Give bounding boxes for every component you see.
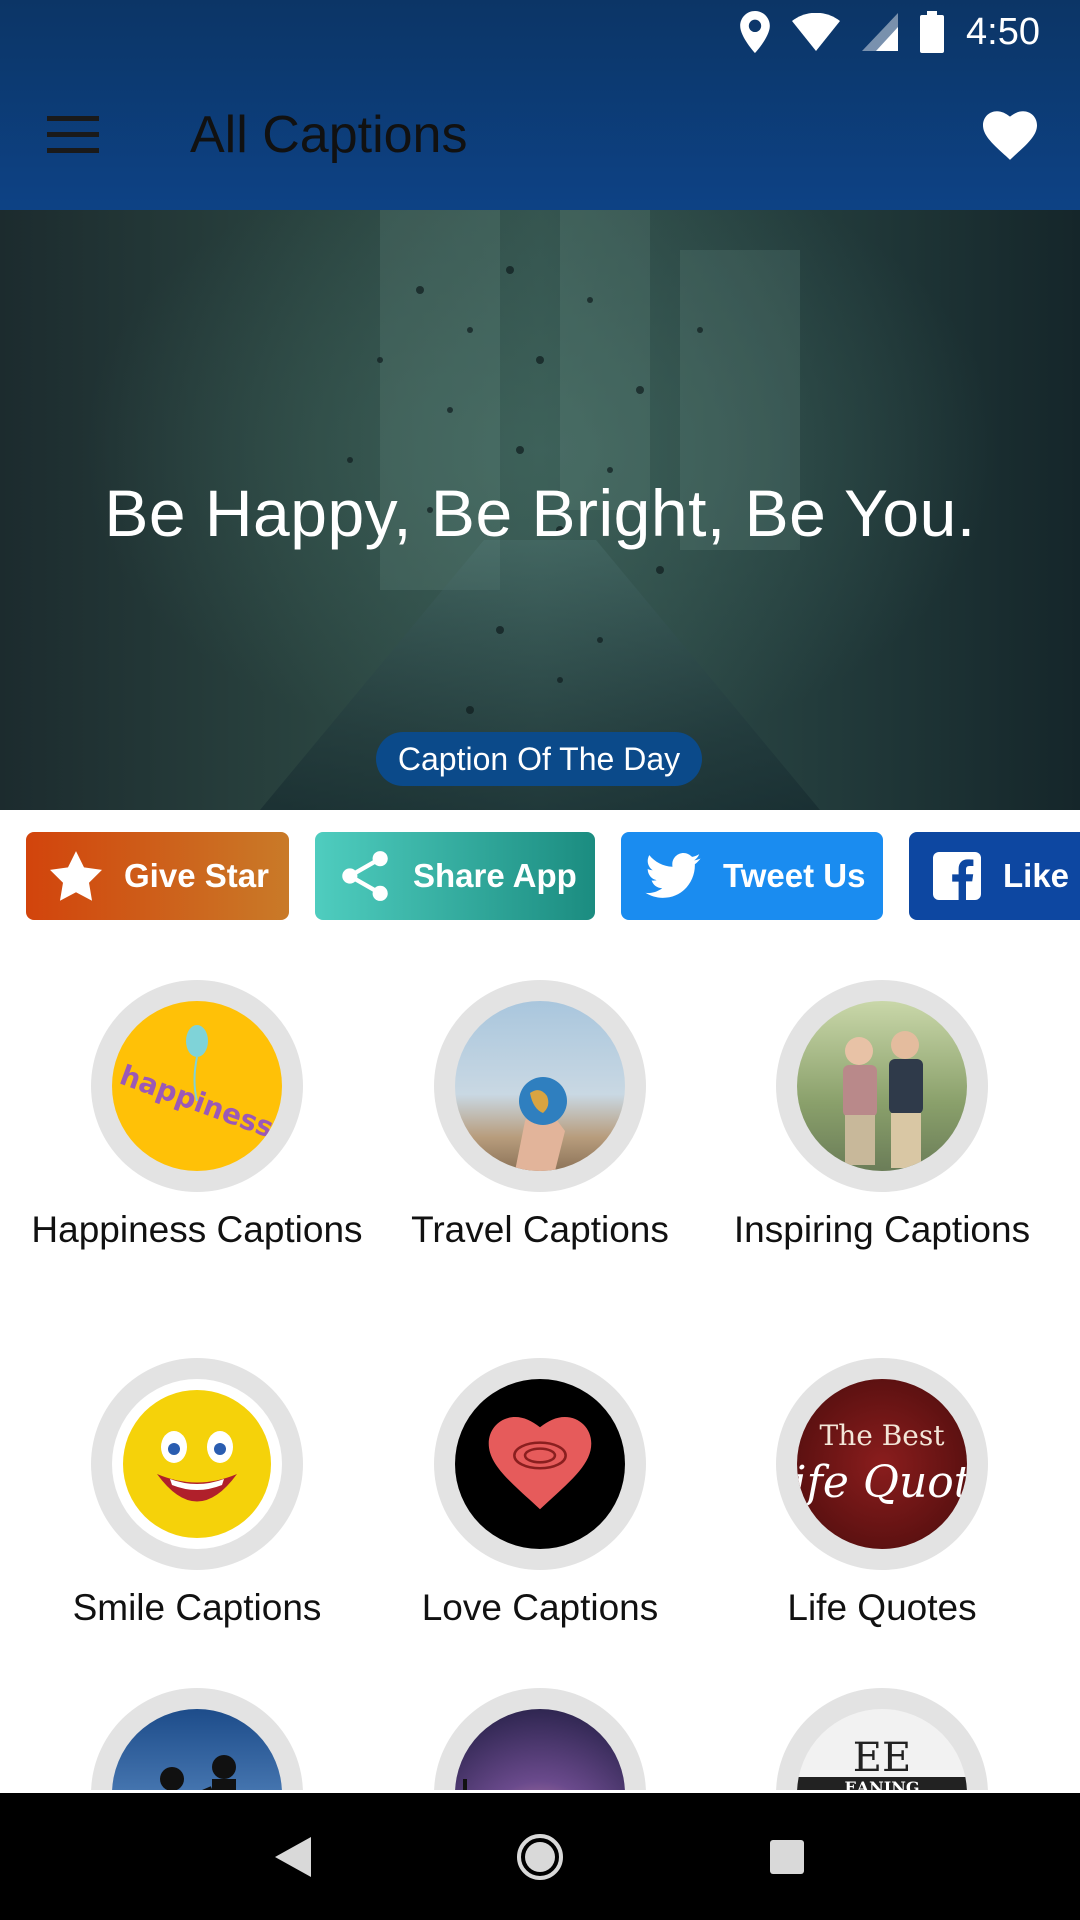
- quote-text: Be Happy, Be Bright, Be You.: [104, 476, 976, 550]
- tweet-us-button[interactable]: Tweet Us: [621, 832, 883, 920]
- friendship-image: [112, 1709, 282, 1790]
- happiness-image: happiness: [112, 1001, 282, 1171]
- travel-image: [455, 1001, 625, 1171]
- recents-button[interactable]: [747, 1817, 827, 1897]
- life-quotes-image: The Best ife Quot: [797, 1379, 967, 1549]
- back-button[interactable]: [253, 1817, 333, 1897]
- category-thumbnail-ring: EE EANING: [776, 1688, 988, 1790]
- category-love[interactable]: Love Captions: [370, 1358, 710, 1631]
- like-us-label: Like U: [1003, 857, 1080, 894]
- share-app-label: Share App: [413, 857, 577, 894]
- facebook-icon: [933, 852, 981, 900]
- give-star-label: Give Star: [124, 857, 269, 894]
- location-icon: [740, 11, 770, 53]
- category-label: Inspiring Captions: [733, 1209, 1031, 1250]
- app-root: 4:50 All Captions Be Happy, Be Bright, B…: [0, 0, 1080, 1920]
- caption-of-the-day-badge: Caption Of The Day: [376, 732, 702, 786]
- category-label: Smile Captions: [72, 1587, 322, 1628]
- share-icon: [339, 850, 391, 902]
- category-meaning[interactable]: EE EANING: [712, 1688, 1052, 1790]
- home-icon: [516, 1833, 563, 1880]
- category-life-quotes[interactable]: The Best ife Quot Life Quotes: [712, 1358, 1052, 1631]
- category-thumbnail-ring: [91, 1358, 303, 1570]
- love-image: [455, 1379, 625, 1549]
- favorites-button[interactable]: [970, 100, 1050, 172]
- status-bar: 4:50: [0, 0, 1080, 64]
- smile-image: [112, 1379, 282, 1549]
- status-time: 4:50: [966, 10, 1040, 53]
- wifi-icon: [792, 13, 841, 51]
- meaning-image-text-2: EANING: [844, 1778, 919, 1790]
- twitter-icon: [645, 853, 701, 899]
- inspiring-image: [797, 1001, 967, 1171]
- battery-icon: [920, 11, 945, 53]
- categories-grid: happiness Happiness Captions Travel Capt…: [0, 970, 1080, 1790]
- happiness-image-text: happiness: [116, 1058, 278, 1144]
- life-quotes-image-text-2: ife Quot: [797, 1457, 967, 1508]
- category-happiness[interactable]: happiness Happiness Captions: [27, 980, 367, 1253]
- home-button[interactable]: [500, 1817, 580, 1897]
- category-thumbnail-ring: [434, 980, 646, 1192]
- category-thumbnail-ring: [91, 1688, 303, 1790]
- tweet-us-label: Tweet Us: [723, 857, 866, 894]
- category-travel[interactable]: Travel Captions: [370, 980, 710, 1253]
- heart-icon: [983, 111, 1037, 160]
- night-sky-image: [455, 1709, 625, 1790]
- menu-button[interactable]: [28, 100, 118, 170]
- page-title: All Captions: [190, 106, 468, 164]
- hamburger-menu-icon: [47, 116, 99, 153]
- category-night[interactable]: [370, 1688, 710, 1790]
- meaning-image: EE EANING: [797, 1709, 967, 1790]
- like-us-button[interactable]: Like U: [909, 832, 1080, 920]
- category-label: Love Captions: [421, 1587, 659, 1628]
- action-buttons-row: Give Star Share App Tweet Us Like U: [0, 830, 1080, 920]
- share-app-button[interactable]: Share App: [315, 832, 595, 920]
- back-icon: [275, 1836, 312, 1877]
- category-thumbnail-ring: The Best ife Quot: [776, 1358, 988, 1570]
- system-navigation-bar: [0, 1793, 1080, 1920]
- category-smile[interactable]: Smile Captions: [27, 1358, 367, 1631]
- app-bar: 4:50 All Captions: [0, 0, 1080, 210]
- recents-icon: [769, 1839, 804, 1874]
- give-star-button[interactable]: Give Star: [26, 832, 289, 920]
- category-label: Happiness Captions: [31, 1209, 363, 1250]
- signal-icon: [862, 13, 899, 51]
- star-icon: [50, 851, 102, 901]
- category-inspiring[interactable]: Inspiring Captions: [712, 980, 1052, 1253]
- category-friendship[interactable]: [27, 1688, 367, 1790]
- category-label: Life Quotes: [787, 1587, 977, 1628]
- life-quotes-image-text-1: The Best: [820, 1419, 946, 1452]
- caption-of-the-day-banner[interactable]: Be Happy, Be Bright, Be You. Caption Of …: [0, 210, 1080, 810]
- category-thumbnail-ring: [434, 1358, 646, 1570]
- meaning-image-text-1: EE: [853, 1735, 911, 1781]
- category-thumbnail-ring: [776, 980, 988, 1192]
- category-label: Travel Captions: [411, 1209, 669, 1250]
- category-thumbnail-ring: [434, 1688, 646, 1790]
- category-thumbnail-ring: happiness: [91, 980, 303, 1192]
